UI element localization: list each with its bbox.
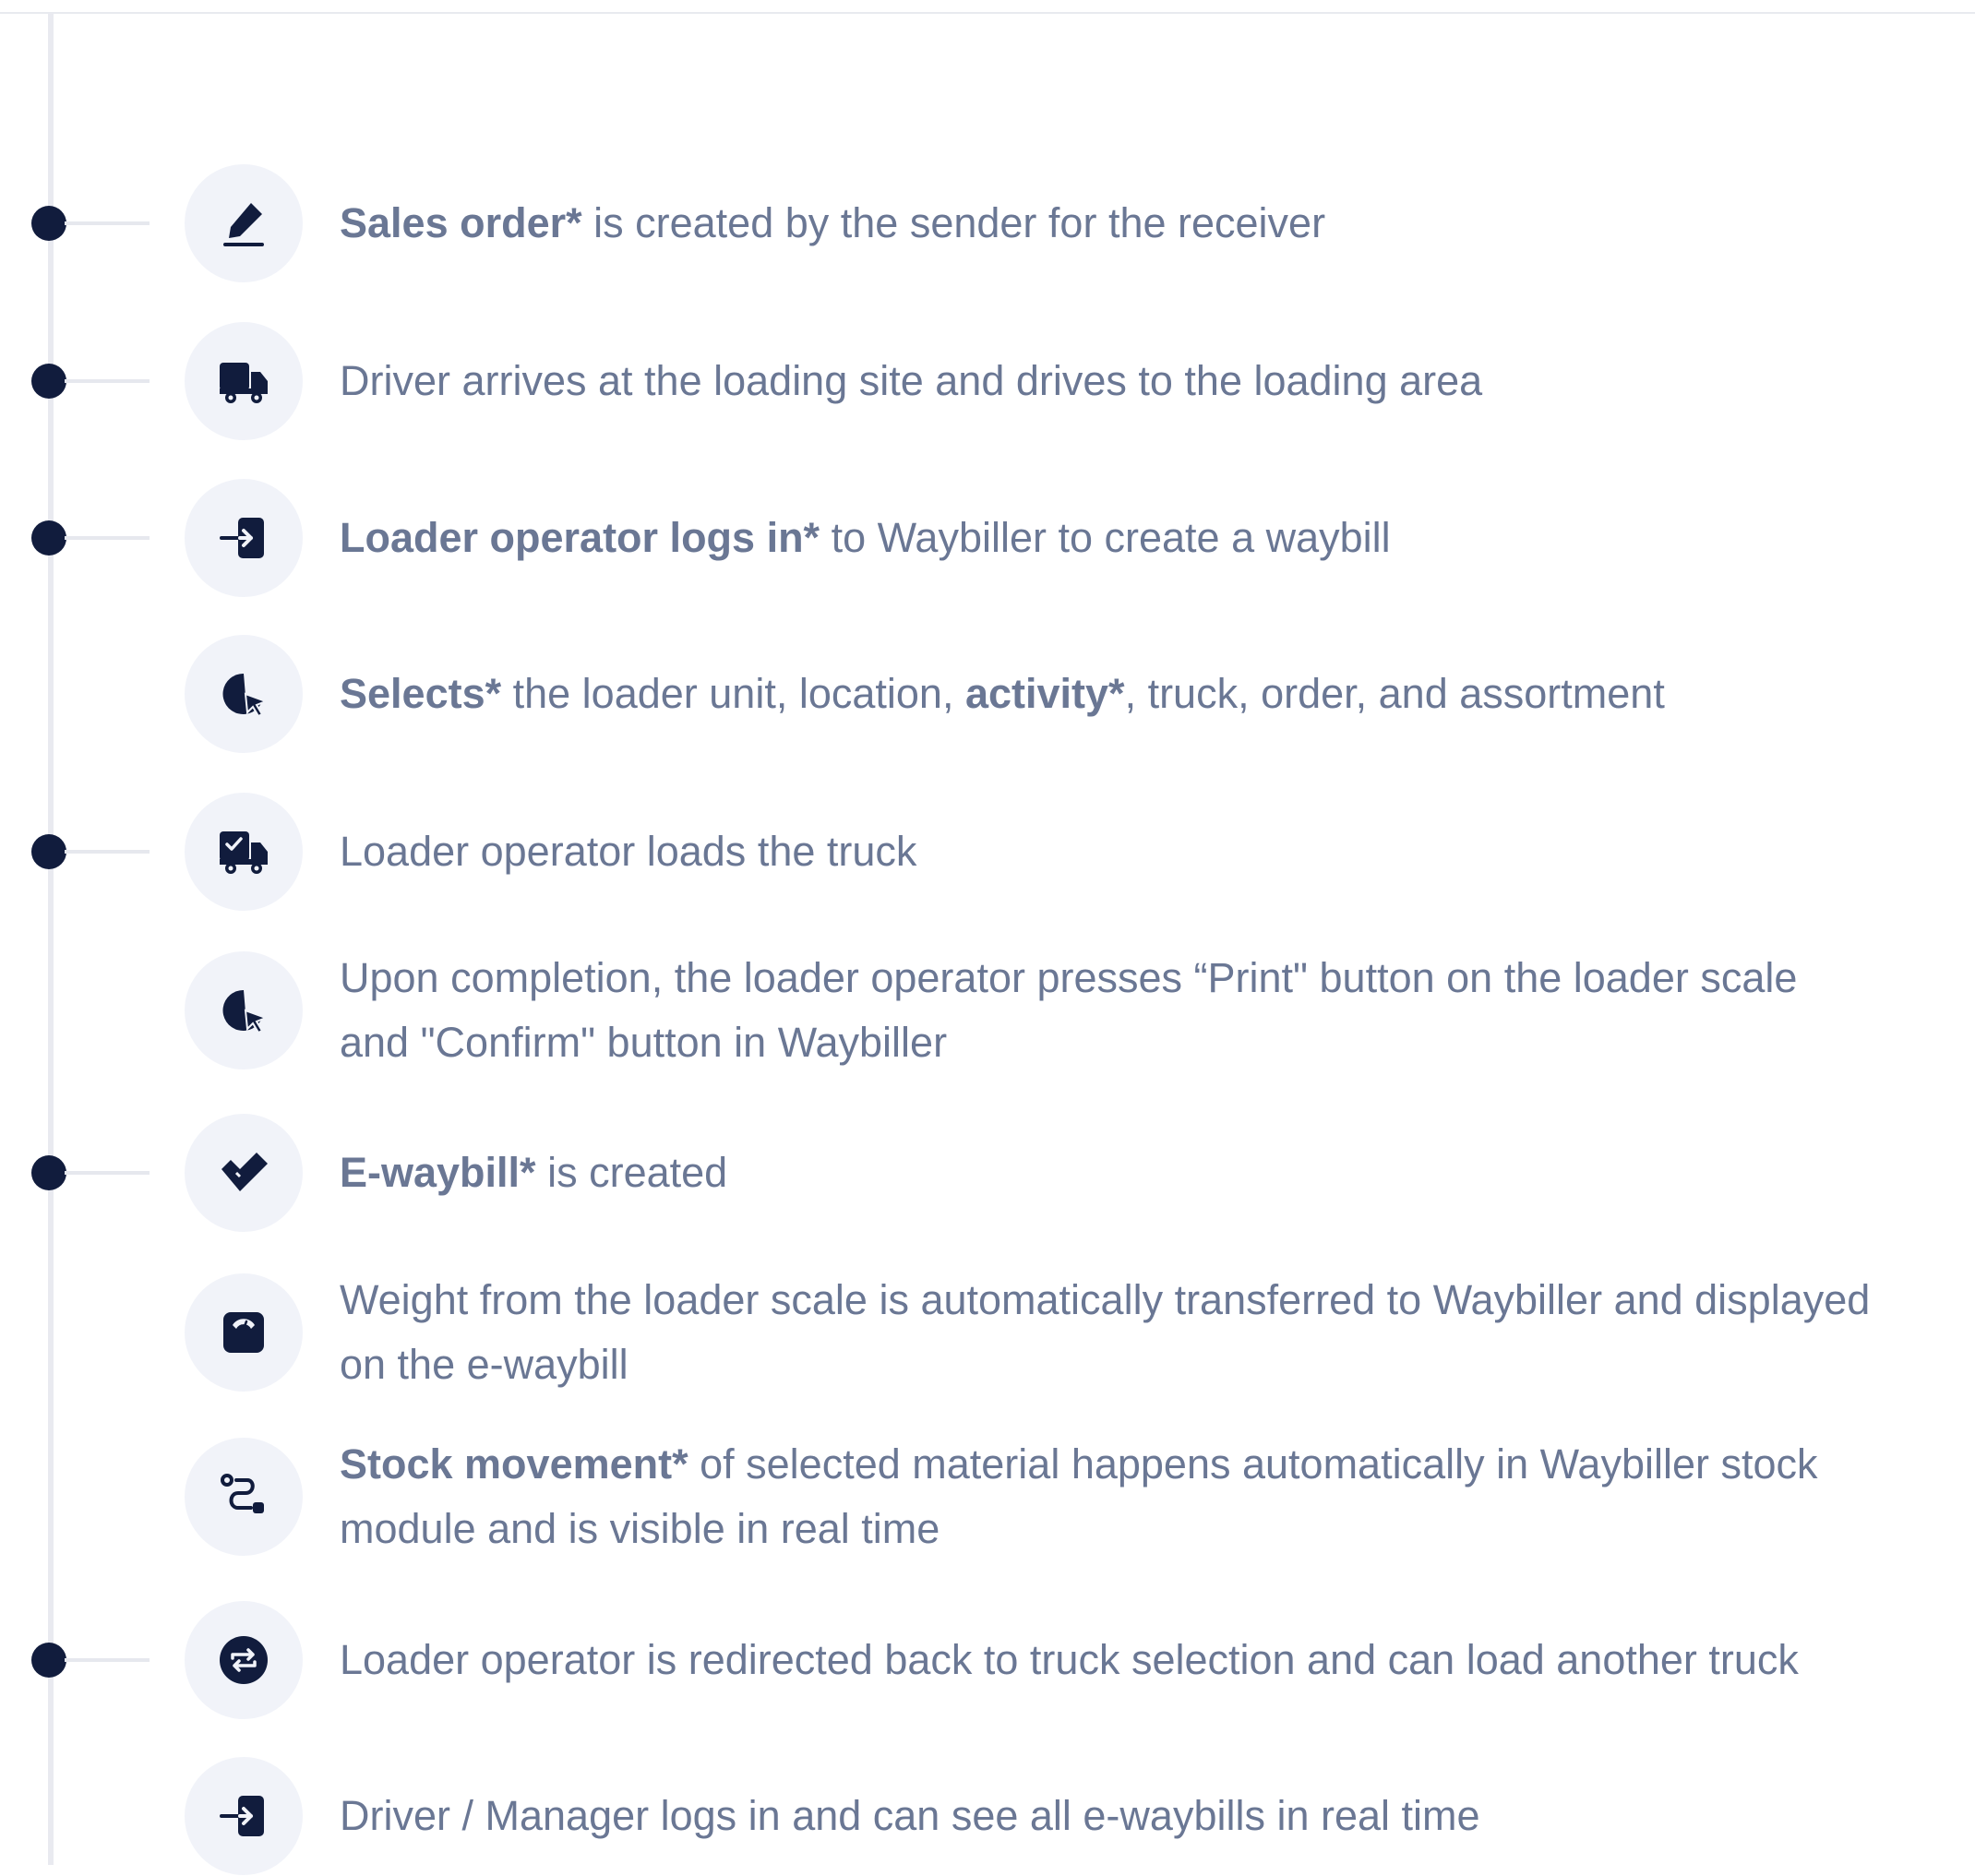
route-icon-glyph	[221, 1474, 264, 1513]
bold-term: Sales order*	[340, 199, 582, 246]
top-divider	[0, 12, 1975, 14]
timeline-step-driver-arrives: Driver arrives at the loading site and d…	[0, 321, 1975, 441]
login-icon	[185, 479, 303, 597]
step-description-line: Stock movement* of selected material hap…	[340, 1432, 1975, 1497]
step-description-line: Driver arrives at the loading site and d…	[340, 349, 1975, 413]
step-description-line: Weight from the loader scale is automati…	[340, 1268, 1975, 1332]
route-icon	[185, 1438, 303, 1556]
timeline-step-print-confirm: Upon completion, the loader operator pre…	[0, 950, 1975, 1070]
step-description: Loader operator logs in* to Waybiller to…	[340, 506, 1975, 570]
step-description-line: Selects* the loader unit, location, acti…	[340, 662, 1975, 726]
truck-loaded-icon-glyph	[220, 831, 268, 874]
bold-term: Selects*	[340, 670, 502, 717]
step-description: Selects* the loader unit, location, acti…	[340, 662, 1975, 726]
timeline-connector	[65, 379, 150, 383]
step-description-line: module and is visible in real time	[340, 1497, 1975, 1561]
text-segment: module and is visible in real time	[340, 1505, 940, 1552]
text-segment: on the e-waybill	[340, 1341, 628, 1388]
timeline-step-loads-truck: Loader operator loads the truck	[0, 792, 1975, 912]
timeline-step-sales-order: Sales order* is created by the sender fo…	[0, 163, 1975, 283]
timeline-step-redirected: Loader operator is redirected back to tr…	[0, 1600, 1975, 1720]
timeline-connector	[65, 850, 150, 854]
step-description: Sales order* is created by the sender fo…	[340, 191, 1975, 256]
text-segment: Driver arrives at the loading site and d…	[340, 357, 1483, 404]
text-segment: Upon completion, the loader operator pre…	[340, 954, 1798, 1001]
checkmark-icon-glyph	[221, 1153, 268, 1191]
text-segment: the loader unit, location,	[501, 670, 965, 717]
text-segment: is created	[535, 1149, 728, 1196]
truck-loaded-icon	[185, 793, 303, 911]
timeline-dot	[31, 1643, 66, 1678]
step-description: Stock movement* of selected material hap…	[340, 1432, 1975, 1561]
step-description-line: on the e-waybill	[340, 1332, 1975, 1397]
bold-term: activity*	[964, 670, 1125, 717]
repeat-icon-glyph	[220, 1636, 268, 1684]
text-segment: Loader operator loads the truck	[340, 828, 917, 875]
step-description-line: Loader operator loads the truck	[340, 819, 1975, 884]
text-segment: of selected material happens automatical…	[688, 1440, 1818, 1488]
timeline-step-loader-login: Loader operator logs in* to Waybiller to…	[0, 478, 1975, 598]
pen-sign-icon	[185, 164, 303, 282]
pointer-select-icon-glyph	[222, 989, 269, 1034]
pen-sign-icon-glyph	[223, 203, 264, 246]
step-description-line: Driver / Manager logs in and can see all…	[340, 1784, 1975, 1848]
login-icon-glyph	[220, 1796, 264, 1836]
timeline-dot	[31, 520, 66, 556]
text-segment: Weight from the loader scale is automati…	[340, 1276, 1871, 1323]
step-description-line: Sales order* is created by the sender fo…	[340, 191, 1975, 256]
step-description: Loader operator loads the truck	[340, 819, 1975, 884]
login-icon	[185, 1757, 303, 1875]
timeline-dot	[31, 206, 66, 241]
step-description: Weight from the loader scale is automati…	[340, 1268, 1975, 1397]
text-segment: Loader operator is redirected back to tr…	[340, 1636, 1799, 1683]
step-description: Driver / Manager logs in and can see all…	[340, 1784, 1975, 1848]
text-segment: is created by the sender for the receive…	[581, 199, 1326, 246]
pointer-select-icon	[185, 951, 303, 1069]
scale-icon	[185, 1273, 303, 1392]
step-description: E-waybill* is created	[340, 1141, 1975, 1205]
pointer-select-icon	[185, 635, 303, 753]
timeline-step-weight-transfer: Weight from the loader scale is automati…	[0, 1273, 1975, 1392]
step-description: Upon completion, the loader operator pre…	[340, 946, 1975, 1075]
bold-term: Stock movement*	[340, 1440, 688, 1488]
timeline-dot	[31, 364, 66, 399]
step-description-line: Loader operator logs in* to Waybiller to…	[340, 506, 1975, 570]
step-description-line: E-waybill* is created	[340, 1141, 1975, 1205]
login-icon-glyph	[220, 518, 264, 558]
timeline-step-selects: Selects* the loader unit, location, acti…	[0, 634, 1975, 754]
repeat-icon	[185, 1601, 303, 1719]
timeline-step-stock-movement: Stock movement* of selected material hap…	[0, 1437, 1975, 1557]
timeline-dot	[31, 1155, 66, 1190]
step-description: Driver arrives at the loading site and d…	[340, 349, 1975, 413]
scale-icon-glyph	[223, 1312, 264, 1353]
bold-term: Loader operator logs in*	[340, 514, 820, 561]
timeline-step-ewaybill-created: E-waybill* is created	[0, 1113, 1975, 1233]
timeline-step-driver-manager-login: Driver / Manager logs in and can see all…	[0, 1756, 1975, 1876]
timeline-connector	[65, 221, 150, 225]
text-segment: and "Confirm" button in Waybiller	[340, 1019, 948, 1066]
text-segment: to Waybiller to create a waybill	[820, 514, 1391, 561]
timeline-dot	[31, 834, 66, 869]
timeline-connector	[65, 1658, 150, 1662]
step-description-line: and "Confirm" button in Waybiller	[340, 1010, 1975, 1075]
text-segment: , truck, order, and assortment	[1124, 670, 1665, 717]
truck-icon	[185, 322, 303, 440]
bold-term: E-waybill*	[340, 1149, 536, 1196]
timeline-line	[48, 13, 54, 1865]
checkmark-icon	[185, 1114, 303, 1232]
step-description-line: Loader operator is redirected back to tr…	[340, 1628, 1975, 1692]
text-segment: Driver / Manager logs in and can see all…	[340, 1792, 1480, 1839]
step-description: Loader operator is redirected back to tr…	[340, 1628, 1975, 1692]
timeline-connector	[65, 536, 150, 540]
timeline-connector	[65, 1171, 150, 1175]
pointer-select-icon-glyph	[222, 673, 269, 718]
step-description-line: Upon completion, the loader operator pre…	[340, 946, 1975, 1010]
truck-icon-glyph	[220, 363, 268, 403]
